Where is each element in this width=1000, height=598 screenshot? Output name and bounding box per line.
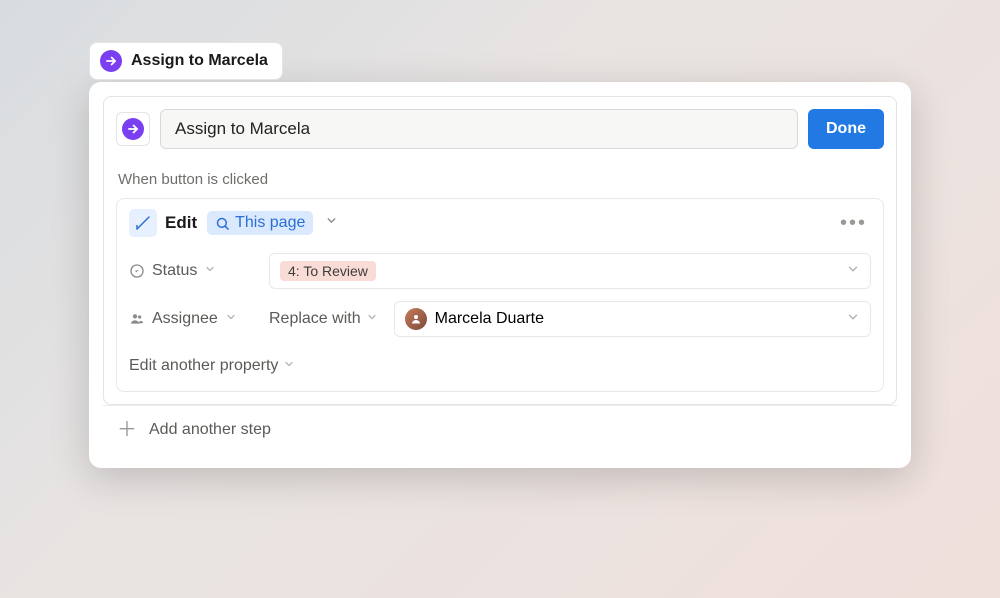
property-label-status[interactable]: Status	[129, 262, 259, 280]
automation-title-input[interactable]	[160, 109, 798, 149]
avatar	[405, 308, 427, 330]
automation-icon-button[interactable]	[116, 112, 150, 146]
property-row-status: Status 4: To Review	[117, 247, 883, 295]
status-icon	[129, 263, 145, 279]
arrow-right-icon	[100, 50, 122, 72]
more-icon[interactable]: •••	[836, 212, 871, 235]
assignee-value-select[interactable]: Marcela Duarte	[394, 301, 871, 337]
editor-container: Done When button is clicked Edit This pa…	[103, 96, 897, 405]
assignee-name: Marcela Duarte	[435, 310, 544, 328]
property-label-assignee[interactable]: Assignee	[129, 310, 259, 328]
assignee-operation-select[interactable]: Replace with	[269, 310, 384, 328]
people-icon	[129, 311, 145, 327]
chevron-down-icon	[846, 310, 860, 329]
add-step-button[interactable]: ＋ Add another step	[103, 405, 897, 454]
chevron-down-icon	[204, 262, 216, 280]
search-icon	[215, 216, 230, 231]
automation-config-panel: Assign to Marcela Done When button is cl…	[89, 82, 911, 468]
automation-tab-chip[interactable]: Assign to Marcela	[89, 42, 283, 80]
status-value-select[interactable]: 4: To Review	[269, 253, 871, 289]
status-tag: 4: To Review	[280, 261, 376, 281]
property-row-assignee: Assignee Replace with	[117, 295, 883, 343]
arrow-right-icon	[122, 118, 144, 140]
chevron-down-icon	[366, 310, 378, 328]
done-button[interactable]: Done	[808, 109, 884, 149]
step-target-chip[interactable]: This page	[207, 211, 313, 235]
step-card: Edit This page •••	[116, 198, 884, 392]
edit-another-property-button[interactable]: Edit another property	[117, 343, 307, 391]
plus-icon: ＋	[117, 420, 137, 440]
chevron-down-icon[interactable]	[325, 214, 338, 232]
trigger-label: When button is clicked	[118, 171, 884, 188]
step-target-label: This page	[235, 214, 305, 232]
chevron-down-icon	[846, 262, 860, 281]
step-action-label: Edit	[165, 213, 197, 233]
chevron-down-icon	[225, 310, 237, 328]
chevron-down-icon	[283, 357, 295, 375]
automation-tab-label: Assign to Marcela	[131, 52, 268, 70]
edit-icon	[129, 209, 157, 237]
